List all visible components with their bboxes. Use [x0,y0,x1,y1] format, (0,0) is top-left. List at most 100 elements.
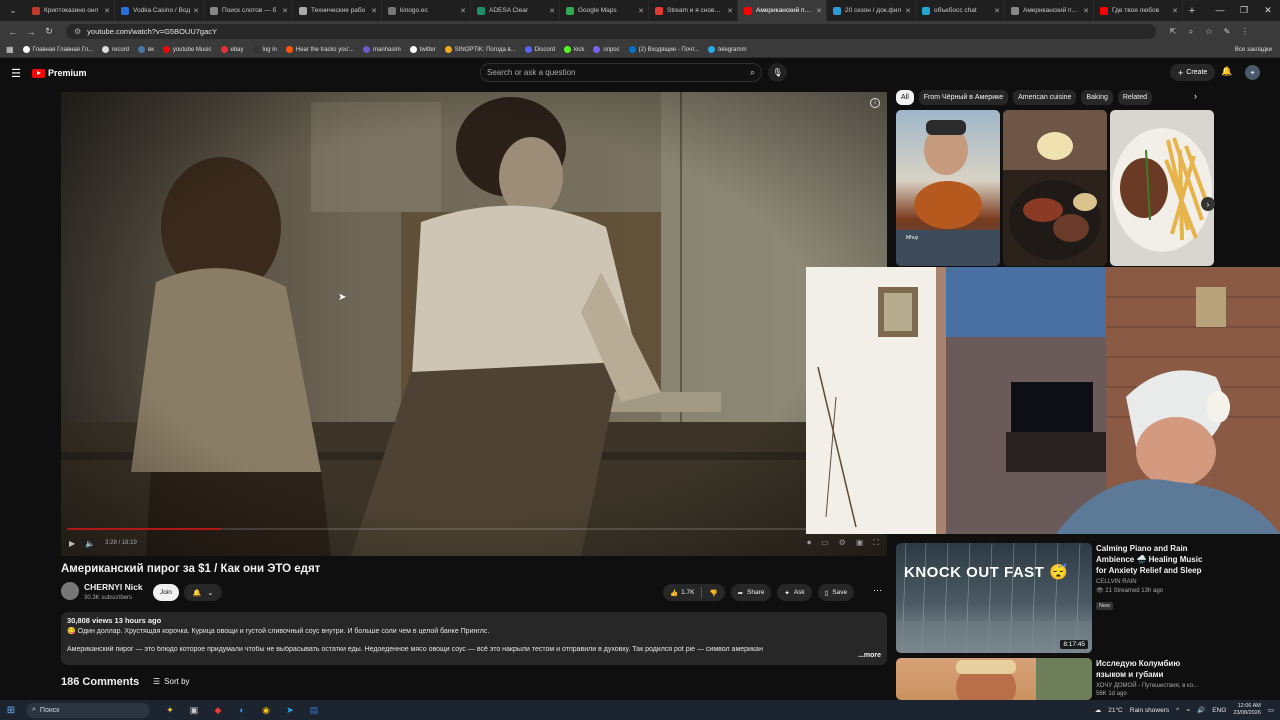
reload-icon[interactable]: ↻ [40,26,58,37]
bookmark-star-icon[interactable]: ☆ [1200,27,1218,37]
channel-name[interactable]: CELLVIN RAIN [1096,579,1212,585]
bookmark-item[interactable]: youtube Music [162,46,212,53]
bookmark-item[interactable]: manhasim [363,46,401,53]
volume-tray-icon[interactable]: 🔊 [1197,706,1205,714]
browser-tab[interactable]: Vodka Casino / Вод ✕ [115,0,204,21]
tab-close-icon[interactable]: ✕ [371,7,377,15]
bookmark-item[interactable]: вк [138,46,154,53]
short-card[interactable] [1110,110,1214,266]
browser-tab[interactable]: 20 сезон / док.фил ✕ [827,0,916,21]
site-info-icon[interactable]: ⚙ [74,27,81,36]
tab-close-icon[interactable]: ✕ [282,7,288,15]
task-view-icon[interactable]: ▣ [182,705,206,716]
zoom-icon[interactable]: ⌕ [1182,27,1200,37]
filter-chip[interactable]: From Чёрный в Америке [918,90,1009,105]
language-indicator[interactable]: ENG [1212,707,1226,714]
open-in-app-icon[interactable]: ⇱ [1164,27,1182,37]
short-card[interactable]: Mhuy [896,110,1000,266]
tray-chevron-icon[interactable]: ^ [1176,707,1179,714]
browser-tab[interactable]: Американский пиро ✕ [1005,0,1094,21]
maximize-button[interactable]: ❐ [1232,5,1256,16]
close-window-button[interactable]: ✕ [1256,5,1280,16]
search-icon[interactable]: ⌕ [750,67,755,78]
subtitles-icon[interactable]: ▭ [821,538,829,548]
shorts-next-icon[interactable]: › [1201,197,1215,211]
tab-close-icon[interactable]: ✕ [727,7,733,15]
forward-icon[interactable]: → [22,27,40,37]
mic-icon[interactable]: 🎙 [768,63,787,82]
url-field[interactable]: ⚙ youtube.com/watch?v=G5BOUU7gacY [66,24,1156,39]
apps-grid-icon[interactable]: ▦ [6,45,14,54]
description-box[interactable]: 30,808 views 13 hours ago 😋 Один доллар.… [61,612,887,665]
app-icon[interactable]: ▤ [302,705,326,716]
bookmark-item[interactable]: record [101,46,129,53]
bookmark-item[interactable]: SINOPTIK: Погода в... [444,46,516,53]
recommended-video[interactable]: Исследую Колумбию языком и губами ХОЧУ Д… [896,658,1212,700]
video-title[interactable]: Исследую Колумбию языком и губами [1096,658,1212,680]
filter-chip[interactable]: Baking [1081,90,1113,105]
tab-close-icon[interactable]: ✕ [104,7,110,15]
filter-chip[interactable]: All [896,90,914,105]
like-button[interactable]: 👍 1.7K [670,589,694,597]
back-icon[interactable]: ← [4,27,22,37]
filter-chip[interactable]: American cuisine [1013,90,1077,105]
bookmark-item[interactable]: Hear the tracks you'... [285,46,354,53]
tab-close-icon[interactable]: ✕ [994,7,1000,15]
bookmark-item[interactable]: Discord [524,46,555,53]
channel-avatar[interactable] [61,582,79,600]
tab-close-icon[interactable]: ✕ [193,7,199,15]
browser-tab[interactable]: Технические рабо ✕ [293,0,382,21]
tab-close-icon[interactable]: ✕ [1172,7,1178,15]
bookmark-item[interactable]: telegramm [708,46,747,53]
bookmark-item[interactable]: ebay [220,46,244,53]
sort-by-button[interactable]: ☰ Sort by [153,677,190,686]
bookmark-item[interactable]: Главная Главная Гл... [22,46,93,53]
fullscreen-icon[interactable]: ⛶ [873,538,879,548]
info-icon[interactable]: i [870,98,880,108]
recommended-video[interactable]: KNOCK OUT FAST 😴 8:17:45 Calming Piano a… [896,543,1212,653]
all-bookmarks-link[interactable]: Все закладки [1235,47,1272,53]
notifications-tray-icon[interactable]: ▭ [1268,706,1274,714]
weather-icon[interactable]: ☁ [1095,706,1102,714]
chrome-icon[interactable]: ◉ [254,705,278,716]
edge-icon[interactable]: ◐ [230,705,254,716]
minimize-button[interactable]: — [1208,5,1232,16]
tab-close-icon[interactable]: ✕ [1083,7,1089,15]
network-icon[interactable]: ⌁ [1186,706,1190,714]
browser-tab[interactable]: Поиск слотов — б ✕ [204,0,293,21]
ask-button[interactable]: ✦ Ask [777,584,812,601]
avatar[interactable]: ✦ [1245,65,1260,80]
bookmark-item[interactable]: (2) Входящие - Почт... [628,46,699,53]
tab-close-icon[interactable]: ✕ [816,7,822,15]
new-tab-button[interactable]: + [1183,5,1201,17]
volume-icon[interactable]: 🔈 [85,539,95,548]
vivaldi-icon[interactable]: ◆ [206,705,230,716]
play-icon[interactable]: ▶ [69,539,75,548]
bookmark-item[interactable]: twitter [409,46,436,53]
browser-tab[interactable]: ADESA Clear ✕ [471,0,560,21]
join-button[interactable]: Join [153,584,179,601]
miniplayer-icon[interactable]: ▣ [856,538,864,548]
chevron-right-icon[interactable]: › [1194,91,1197,101]
browser-tab[interactable]: Американский пиро ✕ [738,0,827,21]
telegram-icon[interactable]: ➤ [278,705,302,716]
short-card[interactable] [1003,110,1107,266]
subscribe-bell-button[interactable]: 🔔 ⌄ [184,584,222,601]
youtube-logo[interactable]: Premium [32,68,87,78]
create-button[interactable]: + Create [1170,64,1216,81]
taskbar-search-input[interactable]: ⌕ Поиск [26,702,150,718]
widgets-icon[interactable]: ✦ [158,705,182,716]
video-player[interactable]: i ▶ 🔈 3:28 / 18:19 ⏺ ▭ ⚙ ▣ ⛶ ➤ [61,92,887,556]
channel-name[interactable]: ХОЧУ ДОМОЙ - Путешествия, в ко... [1096,683,1212,689]
search-input[interactable]: Search or ask a question ⌕ [480,63,762,82]
filter-chip[interactable]: Related [1117,90,1152,105]
video-title[interactable]: Calming Piano and Rain Ambience 🌧️ Heali… [1096,543,1212,576]
start-icon[interactable]: ⊞ [0,705,22,716]
clock[interactable]: 12:06 AM 23/08/2026 [1233,703,1261,717]
browser-tab[interactable]: kinogo.ec ✕ [382,0,471,21]
browser-tab[interactable]: Stream и я снова за ✕ [649,0,738,21]
tab-close-icon[interactable]: ✕ [638,7,644,15]
autoplay-toggle-icon[interactable]: ⏺ [807,538,811,548]
extensions-icon[interactable]: ✎ [1218,27,1236,37]
more-actions-icon[interactable]: ⋯ [873,585,882,596]
